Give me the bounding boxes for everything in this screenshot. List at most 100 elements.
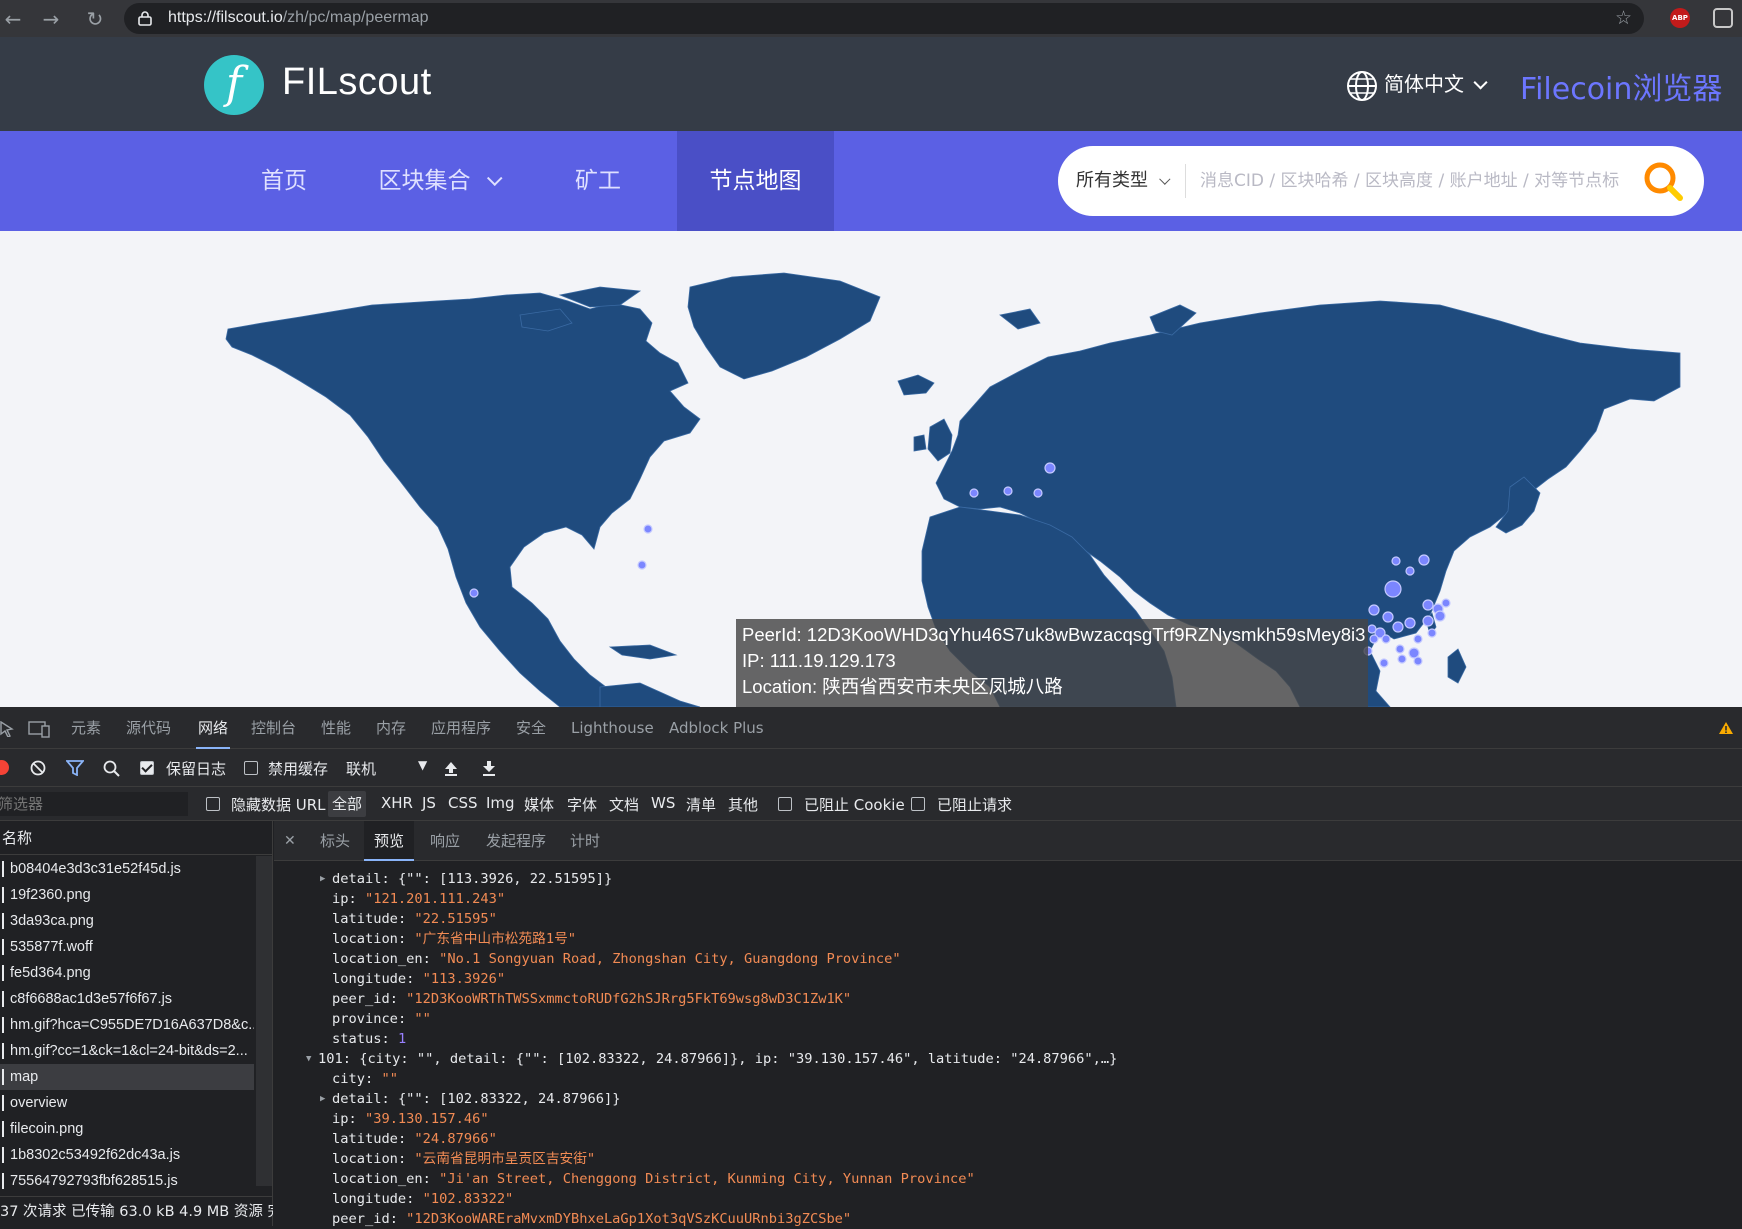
scrollbar[interactable] [256, 856, 272, 1186]
filter-type-xhr[interactable]: XHR [381, 794, 413, 812]
caret-down-icon[interactable]: ▼ [418, 758, 427, 772]
devtools-tab-network[interactable]: 网络 [196, 707, 231, 749]
request-row[interactable]: 535877f.woff [0, 934, 254, 960]
filter-type-ws[interactable]: WS [651, 794, 675, 812]
search-input[interactable] [1200, 164, 1640, 198]
filscout-logo-icon[interactable]: f [204, 55, 264, 115]
detail-tab-response[interactable]: 响应 [430, 821, 460, 861]
search-icon[interactable] [103, 760, 120, 777]
filter-type-img[interactable]: Img [486, 794, 515, 812]
nav-miners[interactable]: 矿工 [548, 131, 648, 231]
peer-dot[interactable] [969, 488, 979, 498]
request-row[interactable]: overview [0, 1090, 254, 1116]
peer-dot[interactable] [637, 560, 647, 570]
peer-dot[interactable] [1384, 580, 1402, 598]
peer-dot[interactable] [1395, 644, 1405, 654]
json-line[interactable]: ▶ detail: {"": [102.83322, 24.87966]} [320, 1089, 620, 1109]
peer-dot[interactable] [1422, 615, 1434, 627]
peer-dot[interactable] [1382, 611, 1394, 623]
filter-input[interactable] [0, 792, 188, 816]
blocked-cookie-checkbox[interactable] [778, 797, 792, 811]
peer-dot[interactable] [1391, 556, 1401, 566]
peer-dot[interactable] [1397, 654, 1407, 664]
peer-dot[interactable] [1413, 634, 1423, 644]
close-icon[interactable]: ✕ [284, 821, 296, 861]
devtools-tab-memory[interactable]: 内存 [376, 707, 406, 749]
json-line[interactable]: ▶ detail: {"": [113.3926, 22.51595]} [320, 869, 612, 889]
record-icon[interactable] [0, 760, 9, 775]
detail-tab-timing[interactable]: 计时 [570, 821, 600, 861]
peer-dot[interactable] [1381, 634, 1391, 644]
filter-type-other[interactable]: 其他 [728, 794, 758, 815]
request-row[interactable]: map [0, 1064, 254, 1090]
peer-dot[interactable] [469, 588, 479, 598]
detail-tab-preview[interactable]: 预览 [364, 821, 415, 861]
peer-dot[interactable] [1405, 566, 1415, 576]
peer-dot[interactable] [1392, 621, 1404, 633]
peer-dot[interactable] [1434, 610, 1446, 622]
filecoin-browser-title[interactable]: Filecoin浏览器 [1520, 64, 1722, 108]
arrow-right-icon[interactable]: → [38, 6, 64, 32]
nav-peer-map[interactable]: 节点地图 [677, 131, 834, 231]
peer-dot[interactable] [643, 524, 653, 534]
adblock-extension-icon[interactable]: ABP [1670, 8, 1690, 28]
request-row[interactable]: c8f6688ac1d3e57f6f67.js [0, 986, 254, 1012]
peer-dot[interactable] [1422, 599, 1434, 611]
devtools-tab-performance[interactable]: 性能 [321, 707, 351, 749]
filter-icon[interactable] [66, 760, 84, 776]
detail-tab-initiator[interactable]: 发起程序 [486, 821, 546, 861]
filter-type-js[interactable]: JS [422, 794, 436, 812]
request-row[interactable]: 75564792793fbf628515.js [0, 1168, 254, 1194]
peer-dot[interactable] [1033, 488, 1043, 498]
blocked-request-checkbox[interactable] [911, 797, 925, 811]
disable-cache-checkbox[interactable] [244, 761, 258, 775]
peer-dot[interactable] [1413, 656, 1423, 666]
nav-blocks[interactable]: 区块集合 [362, 131, 512, 231]
request-row[interactable]: hm.gif?hca=C955DE7D16A637D8&c... [0, 1012, 254, 1038]
peer-dot[interactable] [1367, 624, 1377, 634]
filter-type-all[interactable]: 全部 [328, 791, 367, 817]
json-line[interactable]: ▼ 101: {city: "", detail: {"": [102.83322… [306, 1049, 1117, 1069]
reload-icon[interactable]: ↻ [82, 6, 108, 32]
detail-tab-headers[interactable]: 标头 [320, 821, 350, 861]
peer-dot[interactable] [1427, 628, 1437, 638]
peer-dot[interactable] [1368, 604, 1380, 616]
peer-dot[interactable] [1441, 598, 1451, 608]
search-type-dropdown[interactable]: 所有类型 [1076, 146, 1171, 216]
peer-dot[interactable] [1369, 634, 1379, 644]
device-toolbar-icon[interactable] [28, 720, 50, 738]
upload-icon[interactable] [443, 760, 459, 776]
clear-icon[interactable] [30, 760, 46, 776]
preserve-log-checkbox[interactable] [140, 761, 154, 775]
devtools-tab-elements[interactable]: 元素 [71, 707, 101, 749]
peer-dot[interactable] [1003, 486, 1013, 496]
download-icon[interactable] [481, 760, 497, 776]
peer-map[interactable]: PeerId: 12D3KooWHD3qYhu46S7uk8wBwzacqsgT… [0, 231, 1742, 707]
request-row[interactable]: hm.gif?cc=1&ck=1&cl=24-bit&ds=2... [0, 1038, 254, 1064]
nav-home[interactable]: 首页 [234, 131, 334, 231]
arrow-left-icon[interactable]: ← [0, 6, 26, 32]
peer-dot[interactable] [1044, 462, 1056, 474]
request-row[interactable]: 1b8302c53492f62dc43a.js [0, 1142, 254, 1168]
warning-icon[interactable] [1718, 721, 1734, 735]
request-row[interactable]: b08404e3d3c31e52f45d.js [0, 856, 254, 882]
devtools-tab-adblock[interactable]: Adblock Plus [669, 707, 764, 749]
request-row[interactable]: 19f2360.png [0, 882, 254, 908]
devtools-tab-sources[interactable]: 源代码 [126, 707, 171, 749]
filter-type-media[interactable]: 媒体 [524, 794, 554, 815]
bookmark-star-icon[interactable]: ☆ [1615, 7, 1632, 29]
filter-type-doc[interactable]: 文档 [609, 794, 639, 815]
request-row[interactable]: filecoin.png [0, 1116, 254, 1142]
devtools-tab-application[interactable]: 应用程序 [431, 707, 491, 749]
request-row[interactable]: fe5d364.png [0, 960, 254, 986]
address-bar[interactable]: https://filscout.io/zh/pc/map/peermap ☆ [124, 3, 1644, 34]
throttle-select[interactable]: 联机 [346, 758, 376, 779]
search-icon[interactable] [1642, 160, 1686, 204]
hide-data-url-checkbox[interactable] [206, 797, 220, 811]
column-header-name[interactable]: 名称 [0, 821, 273, 855]
peer-dot[interactable] [1404, 617, 1416, 629]
devtools-tab-console[interactable]: 控制台 [251, 707, 296, 749]
request-row[interactable]: 3da93ca.png [0, 908, 254, 934]
filter-type-manifest[interactable]: 清单 [686, 794, 716, 815]
devtools-tab-lighthouse[interactable]: Lighthouse [571, 707, 654, 749]
